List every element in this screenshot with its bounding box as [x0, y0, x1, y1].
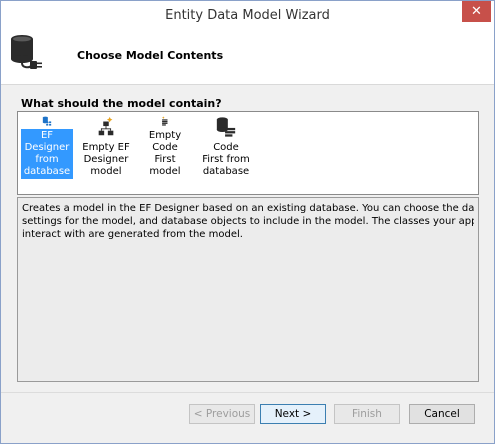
description-line: settings for the model, and database obj…	[22, 216, 474, 227]
finish-button[interactable]: Finish	[334, 404, 400, 424]
wizard-window: Entity Data Model Wizard ✕ Choose Model …	[0, 0, 495, 444]
window-title: Entity Data Model Wizard	[165, 7, 330, 23]
choice-empty-code-first-model[interactable]: Empty Code First model	[139, 115, 191, 179]
page-title: Choose Model Contents	[77, 49, 224, 62]
wizard-header: Choose Model Contents	[1, 29, 494, 85]
close-button[interactable]: ✕	[462, 1, 491, 22]
code-first-database-icon	[216, 117, 236, 137]
code-first-sparkle-icon	[162, 116, 168, 126]
designer-sparkle-icon	[98, 116, 114, 136]
database-designer-icon	[42, 116, 52, 126]
previous-button[interactable]: < Previous	[189, 404, 255, 424]
choice-description: Creates a model in the EF Designer based…	[17, 197, 479, 382]
next-button[interactable]: Next >	[260, 404, 326, 424]
title-bar[interactable]: Entity Data Model Wizard ✕	[1, 1, 494, 29]
choice-ef-designer-from-database[interactable]: EF Designer from database	[21, 115, 73, 179]
model-contents-question: What should the model contain?	[21, 97, 222, 110]
choice-label: Code First from database	[202, 142, 250, 177]
choice-label: Empty Code First model	[148, 130, 182, 177]
description-line: Creates a model in the EF Designer based…	[22, 203, 474, 214]
model-contents-list[interactable]: EF Designer from database Empty EF Desig…	[17, 111, 479, 195]
cancel-button[interactable]: Cancel	[409, 404, 475, 424]
choice-code-first-from-database[interactable]: Code First from database	[200, 115, 252, 179]
choice-label: Empty EF Designer model	[82, 142, 130, 177]
choice-label: EF Designer from database	[21, 129, 73, 179]
choice-empty-ef-designer-model[interactable]: Empty EF Designer model	[80, 115, 132, 179]
database-plug-icon	[11, 35, 42, 69]
description-line: interact with are generated from the mod…	[22, 229, 243, 240]
close-icon: ✕	[471, 4, 482, 19]
footer-divider	[1, 392, 494, 393]
